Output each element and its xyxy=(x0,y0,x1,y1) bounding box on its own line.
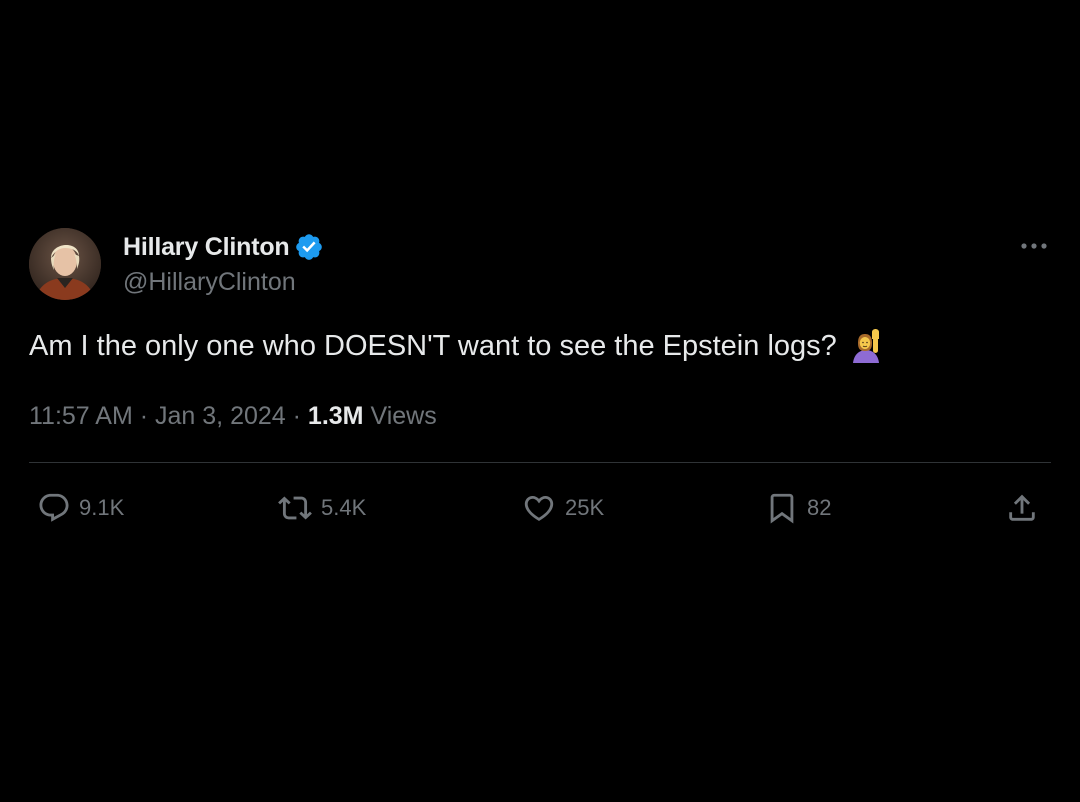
tweet-time[interactable]: 11:57 AM xyxy=(29,402,133,430)
bookmark-count: 82 xyxy=(807,495,832,520)
repost-count: 5.4K xyxy=(321,495,367,520)
handle[interactable]: @HillaryClinton xyxy=(123,268,324,297)
divider xyxy=(29,462,1051,463)
views-count[interactable]: 1.3M xyxy=(308,402,364,430)
meta-separator: · xyxy=(139,402,149,430)
woman-raising-hand-emoji xyxy=(849,329,883,363)
reply-count: 9.1K xyxy=(79,495,125,520)
heart-icon xyxy=(521,491,557,525)
views-label: Views xyxy=(370,402,437,430)
bookmark-button[interactable]: 82 xyxy=(765,488,831,528)
share-icon xyxy=(1005,491,1039,525)
reply-button[interactable]: 9.1K xyxy=(37,488,124,528)
reply-icon xyxy=(37,491,71,525)
share-button[interactable] xyxy=(1005,488,1039,528)
display-name-row: Hillary Clinton xyxy=(123,232,324,262)
author-names: Hillary Clinton @HillaryClinton xyxy=(123,232,324,297)
meta-separator: · xyxy=(292,402,301,430)
like-count: 25K xyxy=(565,495,605,520)
tweet: Hillary Clinton @HillaryClinton Am I the… xyxy=(29,228,1051,524)
tweet-meta: 11:57 AM · Jan 3, 2024 · 1.3M Views xyxy=(29,402,437,431)
repost-icon xyxy=(277,491,313,525)
tweet-header: Hillary Clinton @HillaryClinton xyxy=(29,228,1051,302)
like-button[interactable]: 25K xyxy=(521,488,604,528)
tweet-body: Am I the only one who DOESN'T want to se… xyxy=(29,329,837,362)
tweet-actions: 9.1K 5.4K 25K 82 xyxy=(29,488,1051,528)
avatar[interactable] xyxy=(29,228,101,300)
repost-button[interactable]: 5.4K xyxy=(277,488,366,528)
display-name[interactable]: Hillary Clinton xyxy=(123,233,290,262)
bookmark-icon xyxy=(765,490,799,526)
tweet-date[interactable]: Jan 3, 2024 xyxy=(155,402,286,430)
tweet-text: Am I the only one who DOESN'T want to se… xyxy=(29,329,883,363)
more-horizontal-icon[interactable] xyxy=(1019,234,1049,258)
verified-badge-icon[interactable] xyxy=(294,232,324,262)
avatar-image xyxy=(29,228,101,300)
